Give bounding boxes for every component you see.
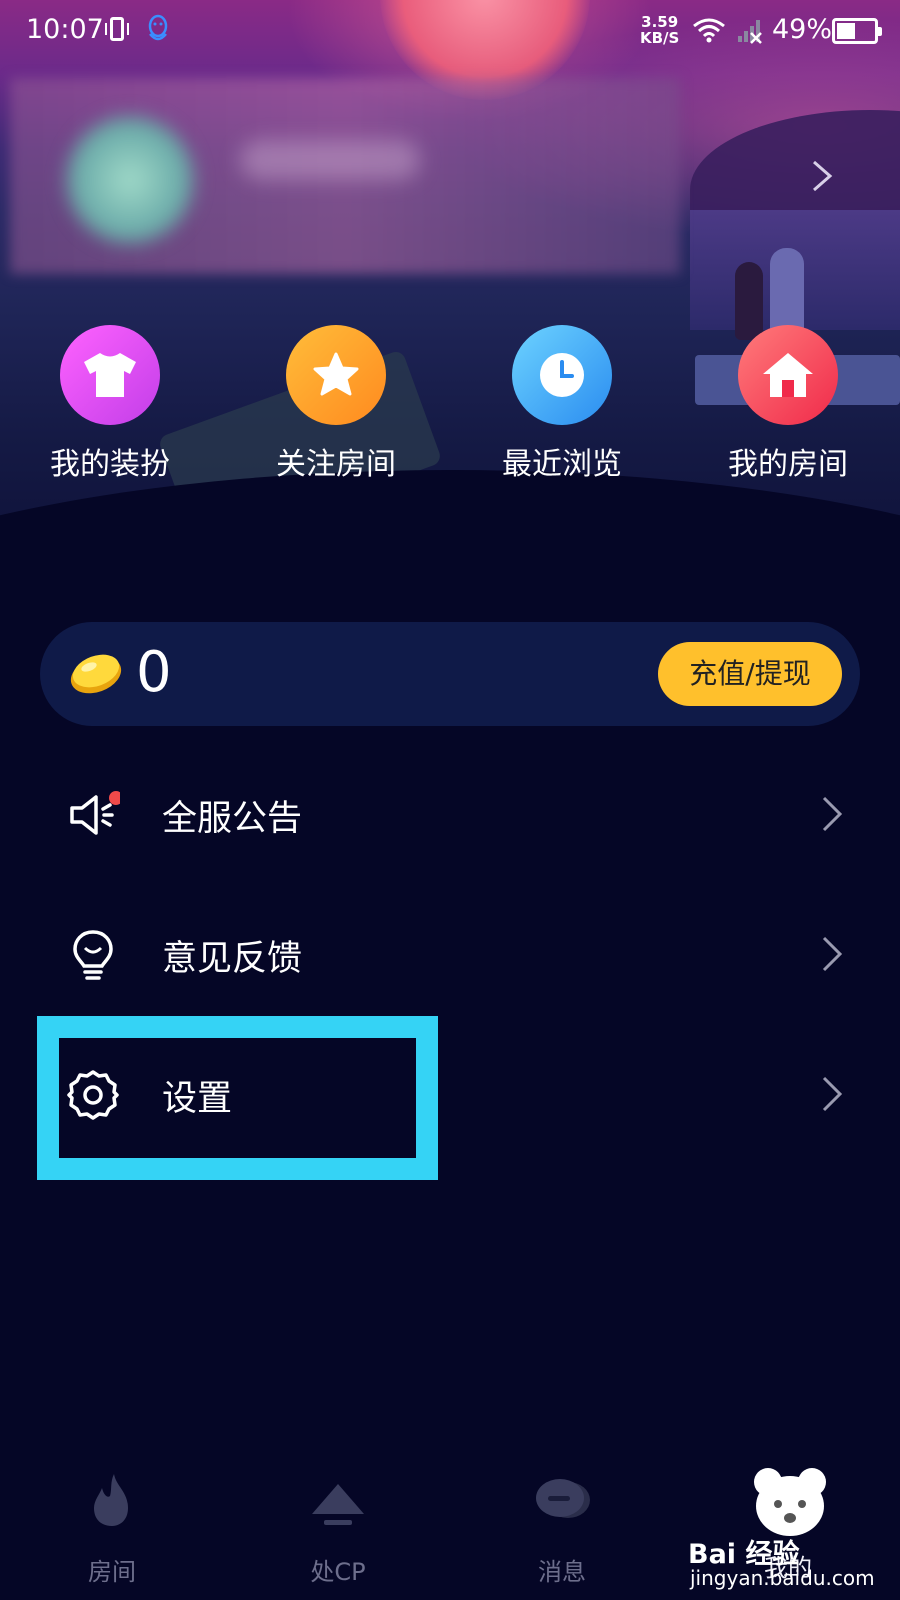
avatar[interactable]	[60, 110, 200, 250]
menu-item-label: 意见反馈	[162, 939, 303, 979]
menu-item-label: 全服公告	[162, 799, 303, 839]
house-icon	[738, 325, 838, 425]
nav-tab-label: 房间	[88, 1558, 136, 1586]
settings-highlight-box	[37, 1016, 438, 1180]
tshirt-icon	[60, 325, 160, 425]
recharge-withdraw-button[interactable]: 充值/提现	[658, 642, 842, 706]
watermark-url: jingyan.baidu.com	[690, 1566, 875, 1590]
menu-item-announcement[interactable]: 全服公告	[0, 760, 900, 870]
network-speed-value: 3.59	[641, 13, 679, 31]
lightbulb-icon	[73, 930, 113, 980]
status-bar: 10:07 3.59 KB/S 49%	[0, 0, 900, 64]
star-icon	[286, 325, 386, 425]
menu-item-feedback[interactable]: 意见反馈	[0, 900, 900, 1010]
quick-action-label: 我的装扮	[50, 447, 170, 482]
status-time: 10:07	[26, 14, 104, 45]
nav-tab-label: 处CP	[310, 1558, 366, 1586]
clock-icon	[512, 325, 612, 425]
announcement-icon	[70, 791, 120, 835]
quick-action-label: 关注房间	[276, 447, 396, 482]
wifi-icon	[693, 18, 725, 43]
quick-action-label: 我的房间	[728, 447, 848, 482]
nav-tab-label: 消息	[538, 1558, 586, 1586]
blurred-username	[240, 140, 420, 180]
nav-tab-messages[interactable]: 消息	[462, 1450, 662, 1587]
network-speed-unit: KB/S	[640, 29, 680, 47]
notification-dot	[109, 791, 120, 805]
battery-percent: 49%	[772, 14, 833, 45]
quick-action-followed-rooms[interactable]: 关注房间	[236, 325, 436, 483]
chevron-right-icon	[822, 796, 843, 832]
wallet-bar: 0 充值/提现	[40, 622, 860, 726]
flame-icon	[94, 1474, 128, 1526]
coin-balance: 0	[136, 640, 172, 705]
quick-action-recent[interactable]: 最近浏览	[462, 325, 662, 483]
quick-action-label: 最近浏览	[502, 447, 622, 482]
header-curve	[0, 470, 900, 620]
battery-icon	[832, 18, 882, 44]
chevron-right-icon	[822, 1076, 843, 1112]
network-speed: 3.59 KB/S	[640, 14, 679, 46]
nav-tab-cp[interactable]: 处CP	[238, 1450, 438, 1587]
profile-header-background	[0, 0, 900, 620]
qq-penguin-icon	[148, 14, 168, 41]
mountain-icon	[312, 1484, 364, 1525]
signal-icon	[738, 20, 762, 44]
chat-icon	[536, 1479, 590, 1518]
nav-tab-rooms[interactable]: 房间	[12, 1450, 212, 1587]
profile-chevron-icon[interactable]	[808, 158, 836, 194]
quick-action-outfit[interactable]: 我的装扮	[10, 325, 210, 483]
chevron-right-icon	[822, 936, 843, 972]
gold-coin-icon	[70, 654, 122, 694]
quick-action-my-room[interactable]: 我的房间	[688, 325, 888, 483]
quick-actions: 我的装扮 关注房间 最近浏览 我的房间	[0, 325, 900, 485]
vibrate-icon	[105, 17, 129, 41]
